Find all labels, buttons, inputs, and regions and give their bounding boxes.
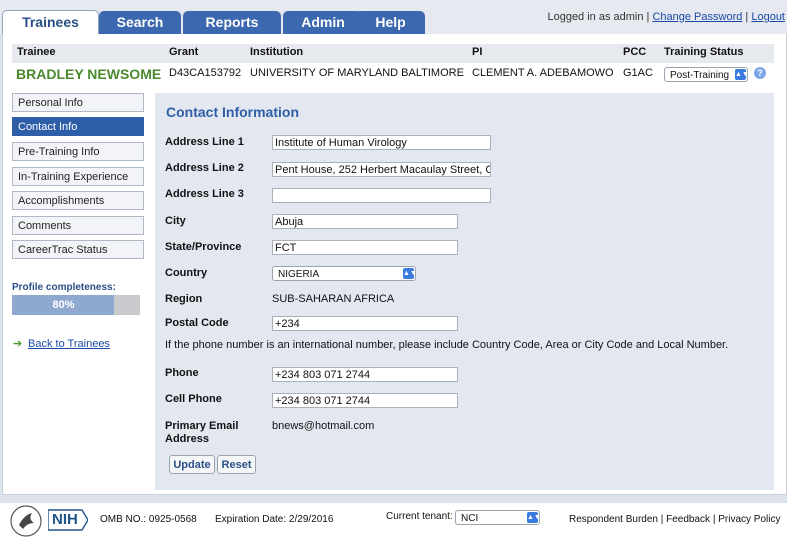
pi-value: CLEMENT A. ADEBAMOWO [472, 67, 614, 79]
separator: | [745, 11, 749, 23]
tab-trainees-label: Trainees [22, 14, 79, 30]
question-icon[interactable]: ? [754, 67, 766, 79]
cell-phone-input[interactable]: +234 803 071 2744 [272, 393, 458, 408]
separator: | [646, 11, 650, 23]
logout-link[interactable]: Logout [751, 11, 785, 23]
login-status: Logged in as admin | Change Password | L… [547, 11, 785, 23]
address3-label: Address Line 3 [165, 188, 244, 200]
email-label-line1: Primary Email [165, 420, 239, 432]
respondent-burden-link[interactable]: Respondent Burden [569, 514, 658, 525]
country-select[interactable]: NIGERIA ▲▼ [272, 266, 417, 281]
nih-logo-text: NIH [52, 511, 78, 528]
grant-value: D43CA153792 [169, 67, 242, 79]
country-value: NIGERIA [278, 269, 320, 280]
logged-in-text: Logged in as admin [547, 11, 644, 23]
update-button[interactable]: Update [169, 455, 215, 474]
sidebar-item-careertrac-status[interactable]: CareerTrac Status [12, 240, 144, 259]
cell-phone-label: Cell Phone [165, 393, 222, 405]
profile-completeness-bar: 80% [12, 295, 140, 315]
address3-input[interactable] [272, 188, 491, 203]
green-arrow-left-icon: ➔ [13, 338, 23, 350]
training-status-value: Post-Training [670, 70, 730, 81]
reset-button[interactable]: Reset [217, 455, 256, 474]
back-to-trainees-link[interactable]: Back to Trainees [28, 338, 110, 350]
nih-logo: NIH [47, 508, 89, 532]
tab-admin[interactable]: Admin [283, 11, 363, 34]
tab-search[interactable]: Search [99, 11, 181, 34]
phone-note: If the phone number is an international … [165, 339, 729, 351]
address2-label: Address Line 2 [165, 162, 244, 174]
email-label-line2: Address [165, 433, 210, 445]
form-title: Contact Information [166, 104, 299, 120]
sidebar-item-contact-info[interactable]: Contact Info [12, 117, 144, 136]
pcc-value: G1AC [623, 67, 653, 79]
tab-admin-label: Admin [301, 14, 345, 30]
address1-label: Address Line 1 [165, 136, 244, 148]
profile-completeness-label: Profile completeness: [12, 282, 116, 293]
change-password-link[interactable]: Change Password [652, 11, 742, 23]
sidebar-item-label: Contact Info [18, 121, 78, 133]
contact-form-panel [155, 93, 774, 490]
chevron-updown-icon: ▲▼ [735, 69, 749, 80]
tenant-select[interactable]: NCI ▲▼ [455, 510, 541, 525]
city-label: City [165, 215, 186, 227]
sidebar-item-accomplishments[interactable]: Accomplishments [12, 191, 144, 210]
city-input[interactable]: Abuja [272, 214, 458, 229]
sidebar-item-label: CareerTrac Status [18, 244, 108, 256]
expiration-date: Expiration Date: 2/29/2016 [215, 514, 334, 525]
header-training-status: Training Status [664, 46, 744, 58]
chevron-updown-icon: ▲▼ [403, 268, 417, 279]
address2-input[interactable]: Pent House, 252 Herbert Macaulay Street,… [272, 162, 491, 177]
omb-number: OMB NO.: 0925-0568 [100, 514, 197, 525]
sidebar-item-label: Comments [18, 220, 72, 232]
trainee-name: BRADLEY NEWSOME [16, 66, 162, 82]
header-pi: PI [472, 46, 483, 58]
sidebar-item-label: In-Training Experience [18, 171, 129, 183]
header-grant: Grant [169, 46, 199, 58]
postal-code-label: Postal Code [165, 317, 229, 329]
chevron-updown-icon: ▲▼ [527, 512, 541, 523]
phone-label: Phone [165, 367, 199, 379]
tenant-value: NCI [461, 513, 479, 524]
sidebar-item-comments[interactable]: Comments [12, 216, 144, 235]
tab-reports-label: Reports [205, 14, 259, 30]
country-label: Country [165, 267, 208, 279]
separator: | [712, 514, 716, 525]
region-value: SUB-SAHARAN AFRICA [272, 293, 395, 305]
header-pcc: PCC [623, 46, 647, 58]
tab-trainees[interactable]: Trainees [2, 10, 99, 35]
tab-search-label: Search [116, 14, 164, 30]
privacy-policy-link[interactable]: Privacy Policy [718, 514, 780, 525]
header-institution: Institution [250, 46, 304, 58]
tab-help[interactable]: Help [356, 11, 425, 34]
hhs-eagle-logo [10, 505, 42, 537]
sidebar-item-label: Pre-Training Info [18, 146, 100, 158]
sidebar-item-in-training-experience[interactable]: In-Training Experience [12, 167, 144, 186]
address1-input[interactable]: Institute of Human Virology [272, 135, 491, 150]
training-status-select[interactable]: Post-Training ▲▼ [664, 67, 749, 82]
footer-links: Respondent Burden | Feedback | Privacy P… [569, 514, 780, 525]
back-to-trainees[interactable]: ➔ [13, 337, 22, 350]
postal-code-input[interactable]: +234 [272, 316, 458, 331]
current-tenant-label: Current tenant: [386, 511, 453, 522]
sidebar-item-personal-info[interactable]: Personal Info [12, 93, 144, 112]
sidebar-item-label: Personal Info [18, 97, 83, 109]
state-input[interactable]: FCT [272, 240, 458, 255]
state-label: State/Province [165, 241, 242, 253]
tab-reports[interactable]: Reports [183, 11, 281, 34]
tab-help-label: Help [375, 14, 406, 30]
sidebar-item-pre-training-info[interactable]: Pre-Training Info [12, 142, 144, 161]
separator: | [660, 514, 664, 525]
header-trainee: Trainee [17, 46, 56, 58]
institution-value: UNIVERSITY OF MARYLAND BALTIMORE [250, 67, 464, 79]
trainee-header-row [12, 44, 774, 63]
feedback-link[interactable]: Feedback [666, 514, 710, 525]
region-label: Region [165, 293, 203, 305]
email-value: bnews@hotmail.com [272, 420, 375, 432]
sidebar-item-label: Accomplishments [18, 195, 105, 207]
profile-completeness-value: 80% [52, 299, 75, 311]
phone-input[interactable]: +234 803 071 2744 [272, 367, 458, 382]
